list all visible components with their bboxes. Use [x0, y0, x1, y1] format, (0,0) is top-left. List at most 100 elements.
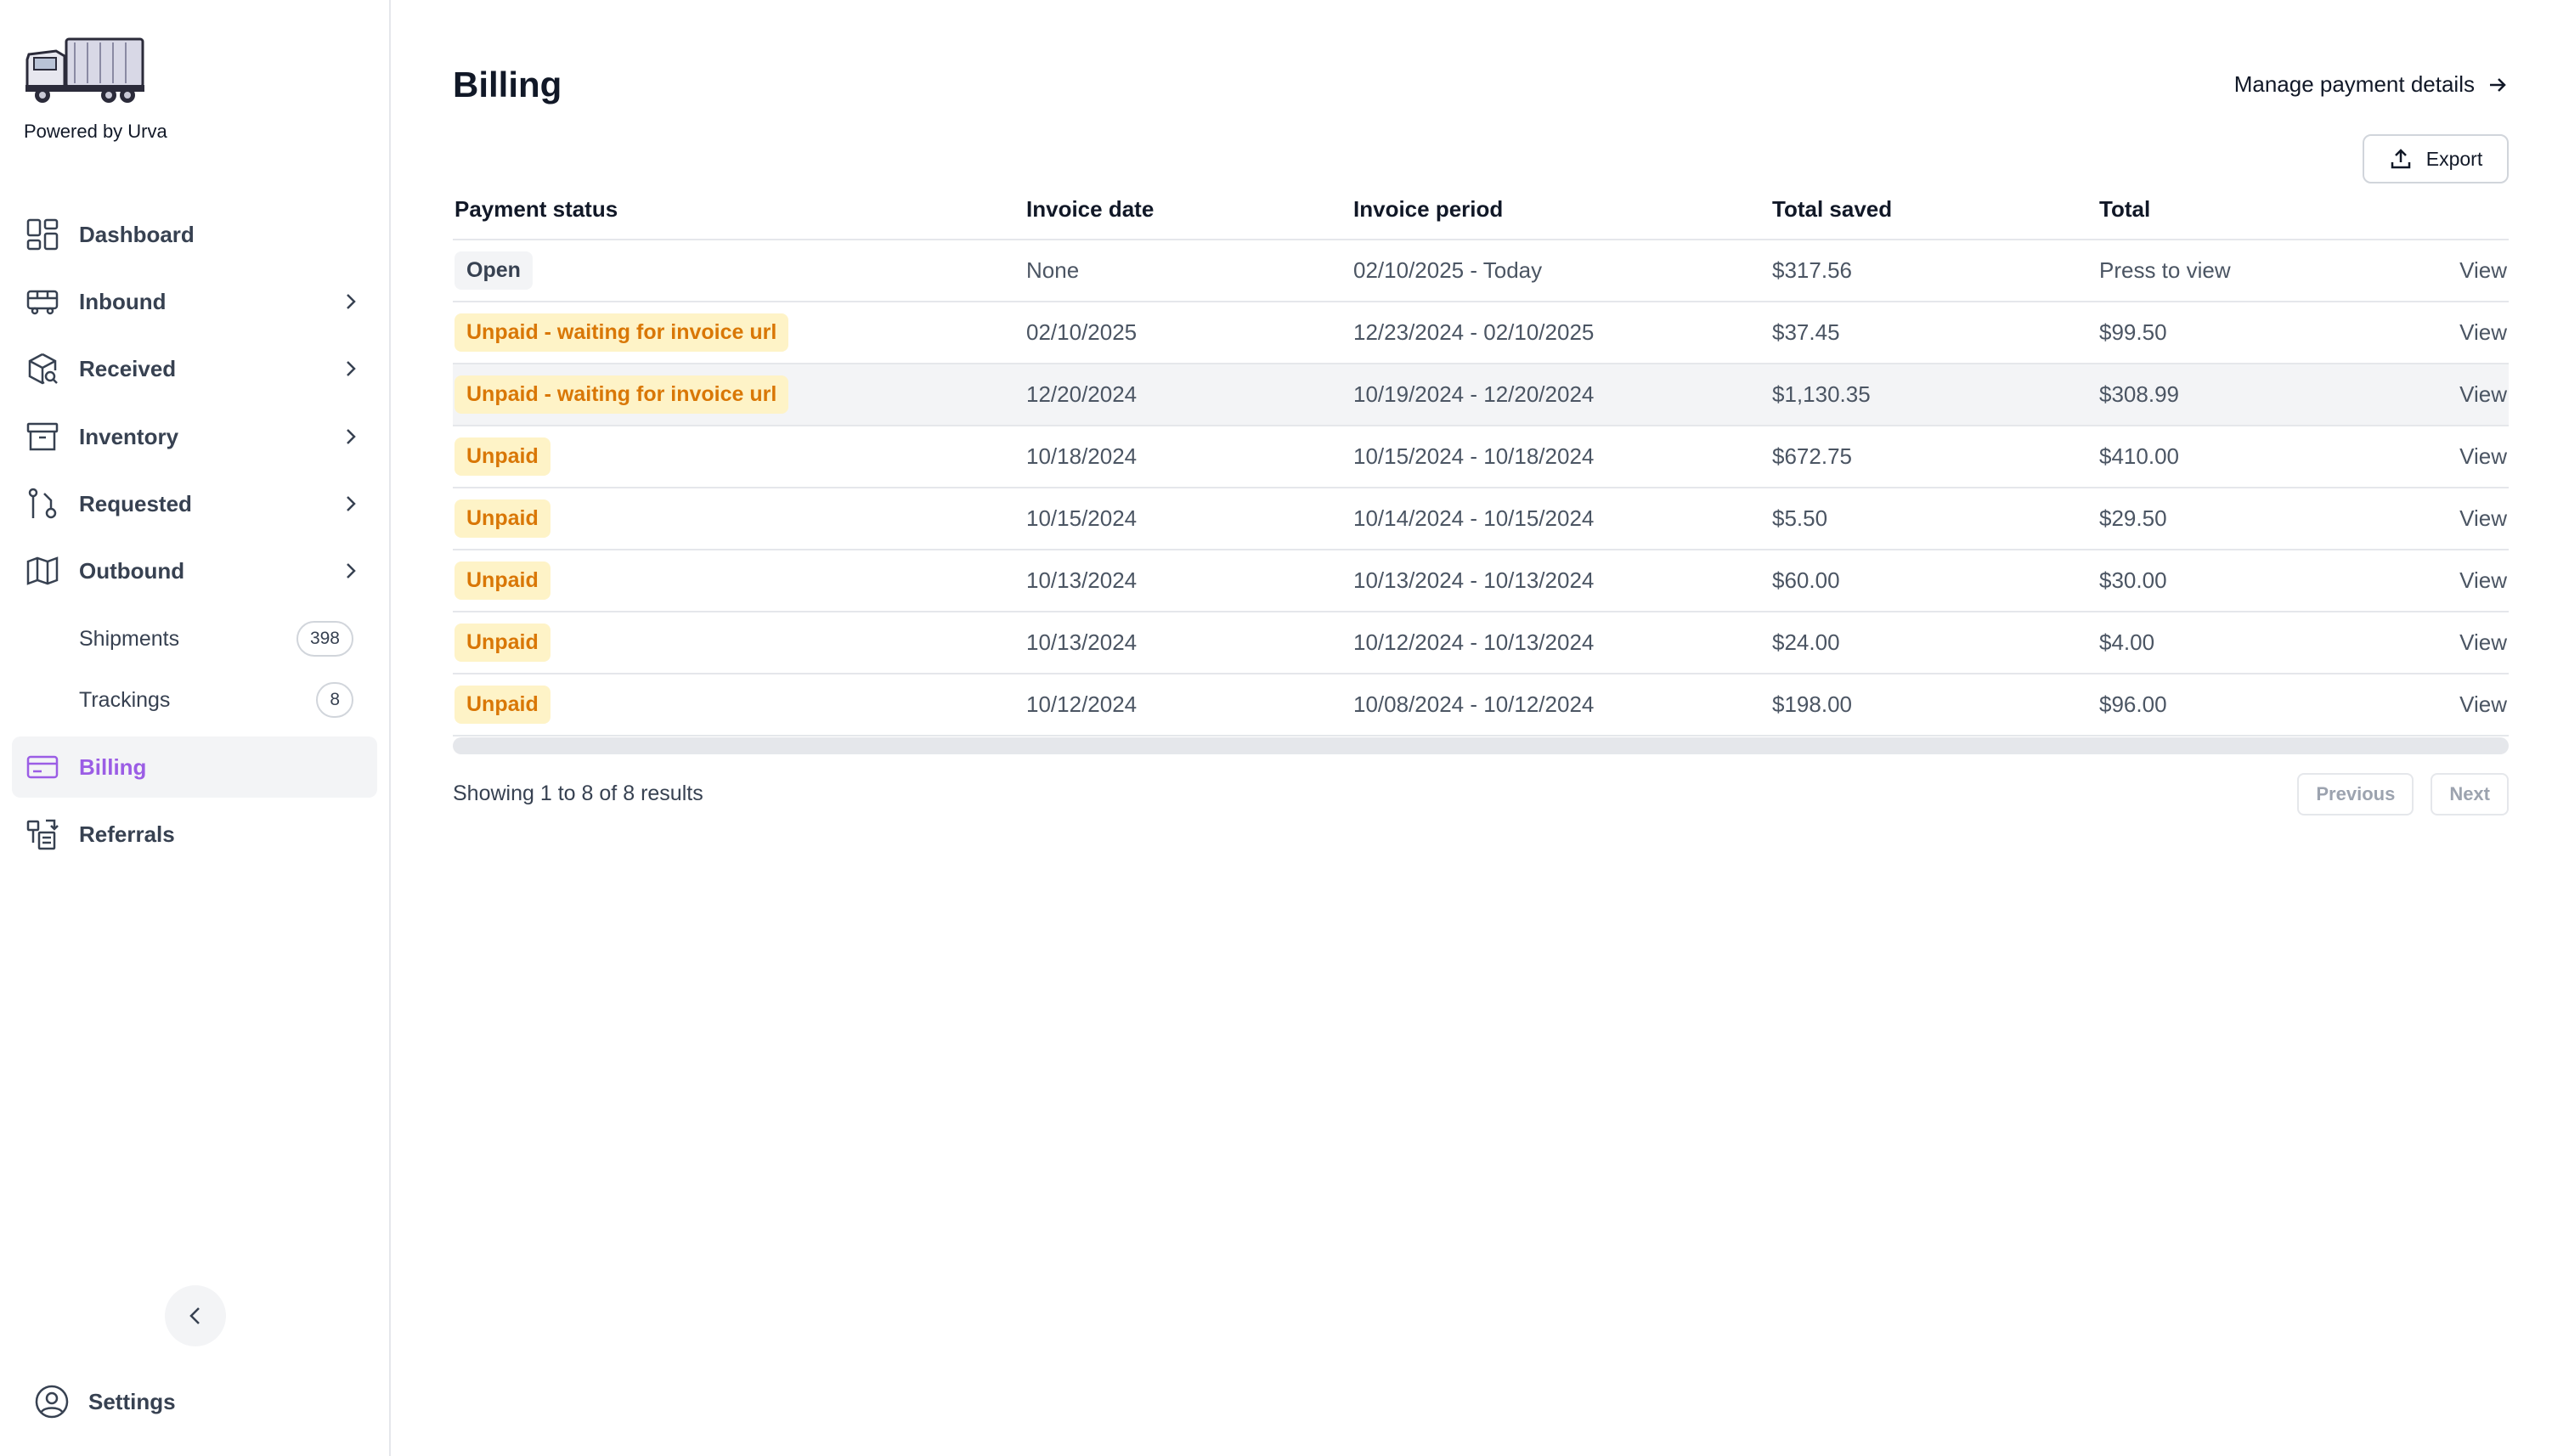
total-cell: $96.00	[2098, 674, 2386, 736]
view-link[interactable]: View	[2386, 550, 2509, 612]
chevron-right-icon	[347, 429, 356, 444]
export-label: Export	[2425, 147, 2483, 170]
view-link[interactable]: View	[2386, 612, 2509, 674]
view-link[interactable]: View	[2386, 364, 2509, 426]
table-row[interactable]: Unpaid - waiting for invoice url 12/20/2…	[453, 364, 2509, 426]
total-saved-cell: $60.00	[1770, 550, 2098, 612]
total-cell: $4.00	[2098, 612, 2386, 674]
total-cell: $30.00	[2098, 550, 2386, 612]
sidebar-item-label: Outbound	[79, 557, 185, 584]
sidebar-item-received[interactable]: Received	[12, 338, 377, 399]
chevron-left-icon	[189, 1307, 200, 1324]
view-link[interactable]: View	[2386, 240, 2509, 302]
invoice-period-cell: 10/12/2024 - 10/13/2024	[1352, 612, 1770, 674]
results-to: 8	[581, 782, 594, 805]
status-badge: Unpaid - waiting for invoice url	[455, 313, 789, 352]
total-saved-cell: $37.45	[1770, 302, 2098, 364]
invoice-date-cell: 10/13/2024	[1025, 612, 1352, 674]
sidebar-item-label: Trackings	[79, 687, 171, 712]
horizontal-scrollbar[interactable]	[453, 737, 2509, 754]
chevron-right-icon	[347, 361, 356, 376]
chevron-right-icon	[347, 496, 356, 511]
sidebar-item-dashboard[interactable]: Dashboard	[12, 204, 377, 265]
settings-label: Settings	[88, 1388, 176, 1414]
total-cell: $29.50	[2098, 488, 2386, 550]
status-badge: Unpaid - waiting for invoice url	[455, 375, 789, 414]
user-circle-icon	[35, 1385, 69, 1419]
sidebar-item-referrals[interactable]: Referrals	[12, 804, 377, 865]
invoice-date-cell: 10/15/2024	[1025, 488, 1352, 550]
sidebar-item-inbound[interactable]: Inbound	[12, 271, 377, 332]
status-badge: Unpaid	[455, 562, 550, 600]
invoice-date-cell: 10/13/2024	[1025, 550, 1352, 612]
export-button[interactable]: Export	[2363, 134, 2509, 183]
sidebar-item-shipments[interactable]: Shipments 398	[12, 612, 377, 666]
status-badge: Unpaid	[455, 624, 550, 662]
brand-logo[interactable]	[24, 34, 146, 107]
column-header-invoice-period: Invoice period	[1352, 180, 1770, 240]
column-header-total: Total	[2098, 180, 2386, 240]
table-row[interactable]: Unpaid 10/13/2024 10/12/2024 - 10/13/202…	[453, 612, 2509, 674]
sidebar-item-label: Referrals	[79, 821, 175, 847]
count-badge: 8	[316, 682, 353, 718]
total-saved-cell: $5.50	[1770, 488, 2098, 550]
view-link[interactable]: View	[2386, 488, 2509, 550]
total-cell: $308.99	[2098, 364, 2386, 426]
dashboard-grid-icon	[26, 218, 59, 251]
total-cell: $99.50	[2098, 302, 2386, 364]
sidebar-item-outbound[interactable]: Outbound	[12, 540, 377, 601]
status-badge: Open	[455, 251, 533, 290]
table-row[interactable]: Unpaid 10/13/2024 10/13/2024 - 10/13/202…	[453, 550, 2509, 612]
count-badge: 398	[296, 621, 353, 657]
sidebar-item-label: Shipments	[79, 626, 180, 651]
sidebar-item-label: Billing	[79, 753, 147, 780]
map-folded-icon	[26, 556, 59, 585]
previous-page-button[interactable]: Previous	[2297, 773, 2414, 815]
package-search-icon	[28, 353, 58, 385]
results-prefix: Showing	[453, 782, 534, 805]
archive-box-icon	[26, 422, 59, 451]
sidebar-item-trackings[interactable]: Trackings 8	[12, 673, 377, 727]
truck-icon	[25, 37, 144, 103]
results-of-word: of	[599, 782, 618, 805]
results-suffix: results	[641, 782, 703, 805]
column-header-payment-status: Payment status	[453, 180, 1025, 240]
sidebar-item-label: Inbound	[79, 288, 167, 314]
settings-link[interactable]: Settings	[34, 1380, 176, 1423]
invoice-date-cell: 10/18/2024	[1025, 426, 1352, 488]
sidebar-item-inventory[interactable]: Inventory	[12, 406, 377, 467]
view-link[interactable]: View	[2386, 426, 2509, 488]
pagination: Previous Next	[2297, 773, 2509, 815]
collapse-sidebar-button[interactable]	[165, 1285, 226, 1346]
invoice-date-cell: 02/10/2025	[1025, 302, 1352, 364]
results-from: 1	[539, 782, 552, 805]
sidebar-item-label: Dashboard	[79, 221, 195, 247]
sidebar-item-label: Received	[79, 355, 177, 381]
invoices-table: Payment status Invoice date Invoice peri…	[453, 180, 2509, 736]
status-badge: Unpaid	[455, 437, 550, 476]
table-row[interactable]: Unpaid - waiting for invoice url 02/10/2…	[453, 302, 2509, 364]
table-row[interactable]: Unpaid 10/18/2024 10/15/2024 - 10/18/202…	[453, 426, 2509, 488]
table-header-row: Payment status Invoice date Invoice peri…	[453, 180, 2509, 240]
total-saved-cell: $672.75	[1770, 426, 2098, 488]
sidebar-item-requested[interactable]: Requested	[12, 473, 377, 534]
view-link[interactable]: View	[2386, 674, 2509, 736]
view-link[interactable]: View	[2386, 302, 2509, 364]
invoice-period-cell: 10/19/2024 - 12/20/2024	[1352, 364, 1770, 426]
results-to-word: to	[557, 782, 576, 805]
sidebar-item-label: Requested	[79, 490, 192, 516]
manage-payment-details-link[interactable]: Manage payment details	[2234, 71, 2509, 98]
table-row[interactable]: Unpaid 10/15/2024 10/14/2024 - 10/15/202…	[453, 488, 2509, 550]
table-row[interactable]: Open None 02/10/2025 - Today $317.56 Pre…	[453, 240, 2509, 302]
table-row[interactable]: Unpaid 10/12/2024 10/08/2024 - 10/12/202…	[453, 674, 2509, 736]
next-page-button[interactable]: Next	[2431, 773, 2509, 815]
total-saved-cell: $1,130.35	[1770, 364, 2098, 426]
sidebar: Powered by Urva Dashboard Inbound Receiv…	[0, 0, 391, 1456]
invoice-date-cell: 10/12/2024	[1025, 674, 1352, 736]
invoice-date-cell: 12/20/2024	[1025, 364, 1352, 426]
referral-icon	[26, 819, 59, 850]
invoice-period-cell: 10/15/2024 - 10/18/2024	[1352, 426, 1770, 488]
manage-payment-details-label: Manage payment details	[2233, 71, 2475, 97]
sidebar-item-billing[interactable]: Billing	[12, 736, 377, 798]
invoice-period-cell: 12/23/2024 - 02/10/2025	[1352, 302, 1770, 364]
